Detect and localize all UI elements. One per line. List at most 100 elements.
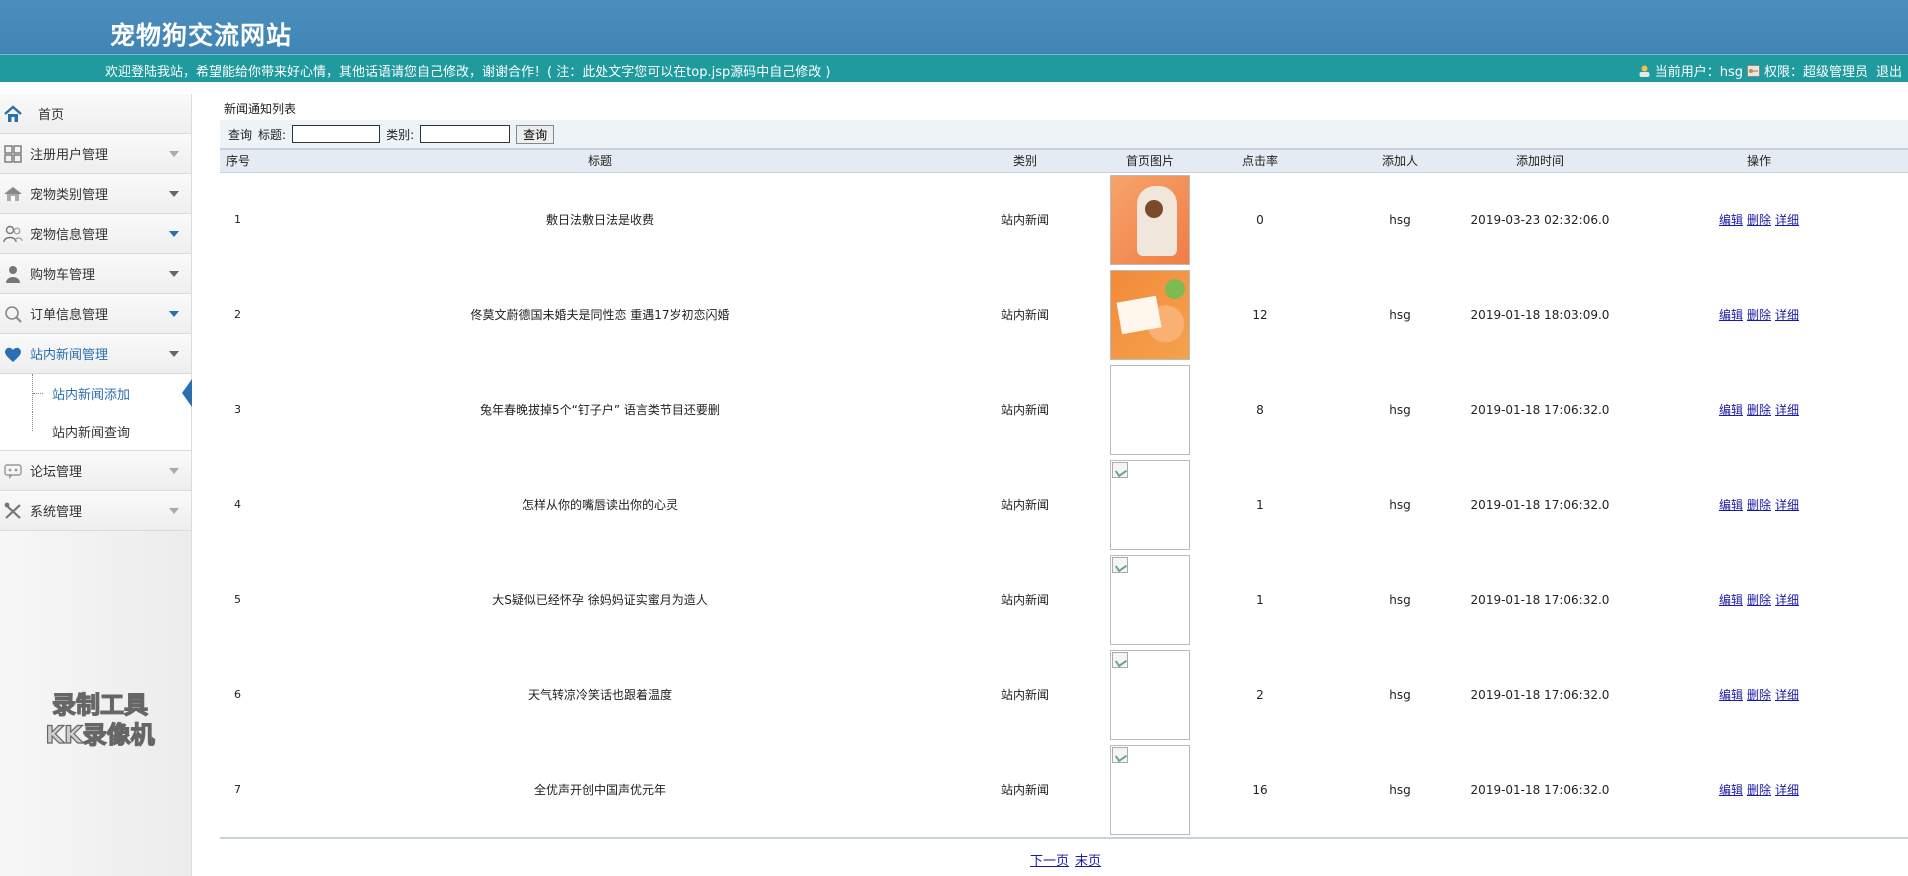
title-filter-label: 标题: [258,127,287,142]
delete-link[interactable]: 删除 [1747,688,1771,702]
detail-link[interactable]: 详细 [1775,593,1799,607]
delete-link[interactable]: 删除 [1747,593,1771,607]
chevron-down-icon [169,351,179,357]
sidebar-item-orders[interactable]: 订单信息管理 [0,294,191,334]
users-grid-icon [4,145,22,163]
table-row: 6 天气转凉冷笑话也跟着温度 站内新闻 2 hsg 2019-01-18 17:06:32… [220,647,1908,742]
sidebar-item-users[interactable]: 注册用户管理 [0,134,191,174]
cell-author: hsg [1389,592,1411,607]
edit-link[interactable]: 编辑 [1719,498,1743,512]
sidebar-subitem-news-add[interactable]: 站内新闻添加 [0,374,192,412]
sidebar-item-label: 注册用户管理 [30,148,109,163]
cell-title: 敷日法敷日法是收费 [545,213,654,228]
site-title: 宠物狗交流网站 [110,21,293,50]
forum-icon [4,464,22,479]
news-thumbnail [1110,649,1190,740]
cell-time: 2019-01-18 17:06:32.0 [1470,592,1610,607]
edit-link[interactable]: 编辑 [1719,783,1743,797]
person-icon [6,266,20,283]
detail-link[interactable]: 详细 [1775,403,1799,417]
sidebar-item-system[interactable]: 系统管理 [0,491,191,531]
cell-category: 站内新闻 [1000,783,1049,797]
edit-link[interactable]: 编辑 [1719,213,1743,227]
cell-title: 兔年春晚拔掉5个“钉子户” 语言类节目还要删 [480,403,720,417]
title-search-input[interactable] [292,125,381,143]
cell-clicks: 1 [1256,497,1264,512]
logout-link[interactable]: 退出 [1876,61,1902,80]
top-header: 宠物狗交流网站 欢迎登陆我站，希望能给你带来好心情，其他话语请您自己修改，谢谢合… [0,0,1908,82]
sidebar-item-forum[interactable]: 论坛管理 [0,451,191,491]
edit-link[interactable]: 编辑 [1719,308,1743,322]
edit-link[interactable]: 编辑 [1719,403,1743,417]
chevron-down-icon [169,191,179,197]
col-seq: 序号 [220,150,260,173]
table-row: 4 怎样从你的嘴唇读出你的心灵 站内新闻 1 hsg 2019-01-18 17:06:3… [220,457,1908,552]
detail-link[interactable]: 详细 [1775,213,1799,227]
recorder-watermark: 录制工具 KK录像机 [45,690,155,749]
house-icon [4,187,22,201]
delete-link[interactable]: 删除 [1747,498,1771,512]
search-label: 查询 [228,127,253,142]
cell-seq: 5 [234,593,241,606]
news-thumbnail [1110,174,1190,265]
cell-seq: 1 [234,213,241,227]
table-row: 1 敷日法敷日法是收费 站内新闻 0 hsg 2019-03-23 02:32:06.0 编… [220,172,1908,267]
table-row: 2 佟莫文蔚德国未婚夫是同性恋 重遇17岁初恋闪婚 站内新闻 12 hsg 2019-01… [220,267,1908,362]
cell-ops: 编辑 删除 详细 [1610,552,1908,647]
cell-clicks: 0 [1256,212,1264,227]
sidebar-item-pet-info[interactable]: 宠物信息管理 [0,214,191,254]
sidebar-item-pet-category[interactable]: 宠物类别管理 [0,174,191,214]
detail-link[interactable]: 详细 [1775,498,1799,512]
chevron-down-icon [169,151,179,157]
welcome-bar: 欢迎登陆我站，希望能给你带来好心情，其他话语请您自己修改，谢谢合作！( 注：此处… [0,54,1908,82]
tools-icon [4,502,21,519]
sidebar-item-label: 系统管理 [30,505,83,520]
sidebar-subitem-news-query[interactable]: 站内新闻查询 [0,412,191,450]
col-image: 首页图片 [1110,150,1190,173]
cell-category: 站内新闻 [1000,593,1049,607]
role-info: 权限：超级管理员 [1763,65,1868,80]
cell-image [1110,647,1190,742]
tree-line [32,374,46,412]
cell-ops: 编辑 删除 详细 [1610,267,1908,362]
detail-link[interactable]: 详细 [1775,688,1799,702]
sidebar-item-news[interactable]: 站内新闻管理 [0,334,191,374]
cell-author: hsg [1389,402,1411,417]
sidebar-item-cart[interactable]: 购物车管理 [0,254,191,294]
delete-link[interactable]: 删除 [1747,308,1771,322]
home-icon [4,105,22,122]
cell-seq: 7 [234,783,241,796]
search-button[interactable]: 查询 [516,124,555,144]
cell-category: 站内新闻 [1000,308,1049,322]
cell-image [1110,172,1190,267]
cell-seq: 4 [234,498,241,511]
news-submenu: 站内新闻添加 站内新闻查询 [0,374,192,451]
cell-time: 2019-01-18 17:06:32.0 [1470,782,1610,797]
cell-ops: 编辑 删除 详细 [1610,647,1908,742]
sidebar-item-label: 论坛管理 [30,465,83,480]
last-page-link[interactable]: 末页 [1075,850,1101,869]
chevron-down-icon [169,311,179,317]
cell-image [1110,362,1190,457]
cell-ops: 编辑 删除 详细 [1610,172,1908,267]
news-thumbnail [1110,744,1190,835]
next-page-link[interactable]: 下一页 [1030,850,1069,869]
delete-link[interactable]: 删除 [1747,783,1771,797]
edit-link[interactable]: 编辑 [1719,593,1743,607]
edit-link[interactable]: 编辑 [1719,688,1743,702]
key-icon [1746,64,1760,77]
cell-image [1110,267,1190,362]
sidebar-item-home[interactable]: 首页 [0,94,191,134]
col-time: 添加时间 [1470,150,1610,173]
detail-link[interactable]: 详细 [1775,783,1799,797]
heart-icon [5,347,21,362]
detail-link[interactable]: 详细 [1775,308,1799,322]
delete-link[interactable]: 删除 [1747,213,1771,227]
delete-link[interactable]: 删除 [1747,403,1771,417]
people-icon [3,225,23,243]
cell-time: 2019-03-23 02:32:06.0 [1470,212,1610,227]
chevron-down-icon [169,231,179,237]
cell-title: 佟莫文蔚德国未婚夫是同性恋 重遇17岁初恋闪婚 [470,308,730,322]
sidebar-item-label: 购物车管理 [30,268,96,283]
category-search-input[interactable] [420,125,511,143]
